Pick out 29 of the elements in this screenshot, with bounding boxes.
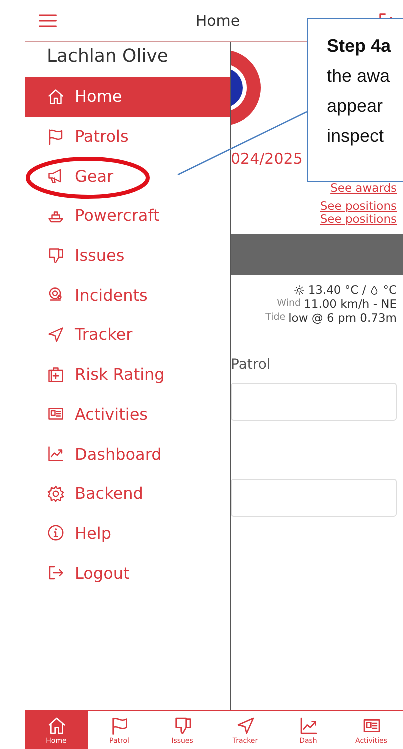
- see-awards-link[interactable]: See awards: [330, 182, 397, 195]
- drawer-menu-item[interactable]: Incidents: [25, 275, 230, 316]
- callout-text: the awa: [327, 65, 392, 88]
- drawer-menu-item[interactable]: Dashboard: [25, 434, 230, 474]
- see-positions-link[interactable]: See positions: [320, 213, 397, 226]
- tide-label: Tide: [266, 311, 286, 325]
- drawer-menu-item[interactable]: Risk Rating: [25, 354, 230, 394]
- wind-label: Wind: [277, 297, 302, 311]
- callout-heading: Step 4a: [327, 35, 392, 58]
- drawer-menu-item[interactable]: Backend: [25, 474, 230, 514]
- callout-text: appear: [327, 95, 384, 118]
- temperature-text: 13.40 °C /: [308, 283, 366, 297]
- user-name: Lachlan Olive: [46, 45, 170, 69]
- page-title: Home: [196, 12, 240, 30]
- drawer-menu-item[interactable]: Issues: [25, 236, 230, 276]
- drawer-menu-item[interactable]: Tracker: [25, 315, 230, 355]
- wind-value: 11.00 km/h - NE: [304, 297, 397, 311]
- patrol-label: Patrol: [231, 357, 272, 373]
- drawer-menu-item[interactable]: Gear: [25, 156, 230, 196]
- season-text: 024/2025: [231, 150, 303, 168]
- tide-value: low @ 6 pm 0.73m: [288, 311, 397, 325]
- callout-text: inspect: [327, 125, 386, 148]
- drawer-menu-item[interactable]: Activities: [25, 394, 230, 434]
- drawer-menu-item[interactable]: Powercraft: [25, 196, 230, 236]
- drawer-menu-item[interactable]: Patrols: [25, 116, 230, 156]
- drawer-menu-item[interactable]: Logout: [25, 553, 230, 593]
- drawer-menu-item[interactable]: Help: [25, 514, 230, 554]
- see-positions-link[interactable]: See positions: [320, 200, 397, 213]
- humidity-unit: °C: [383, 283, 397, 297]
